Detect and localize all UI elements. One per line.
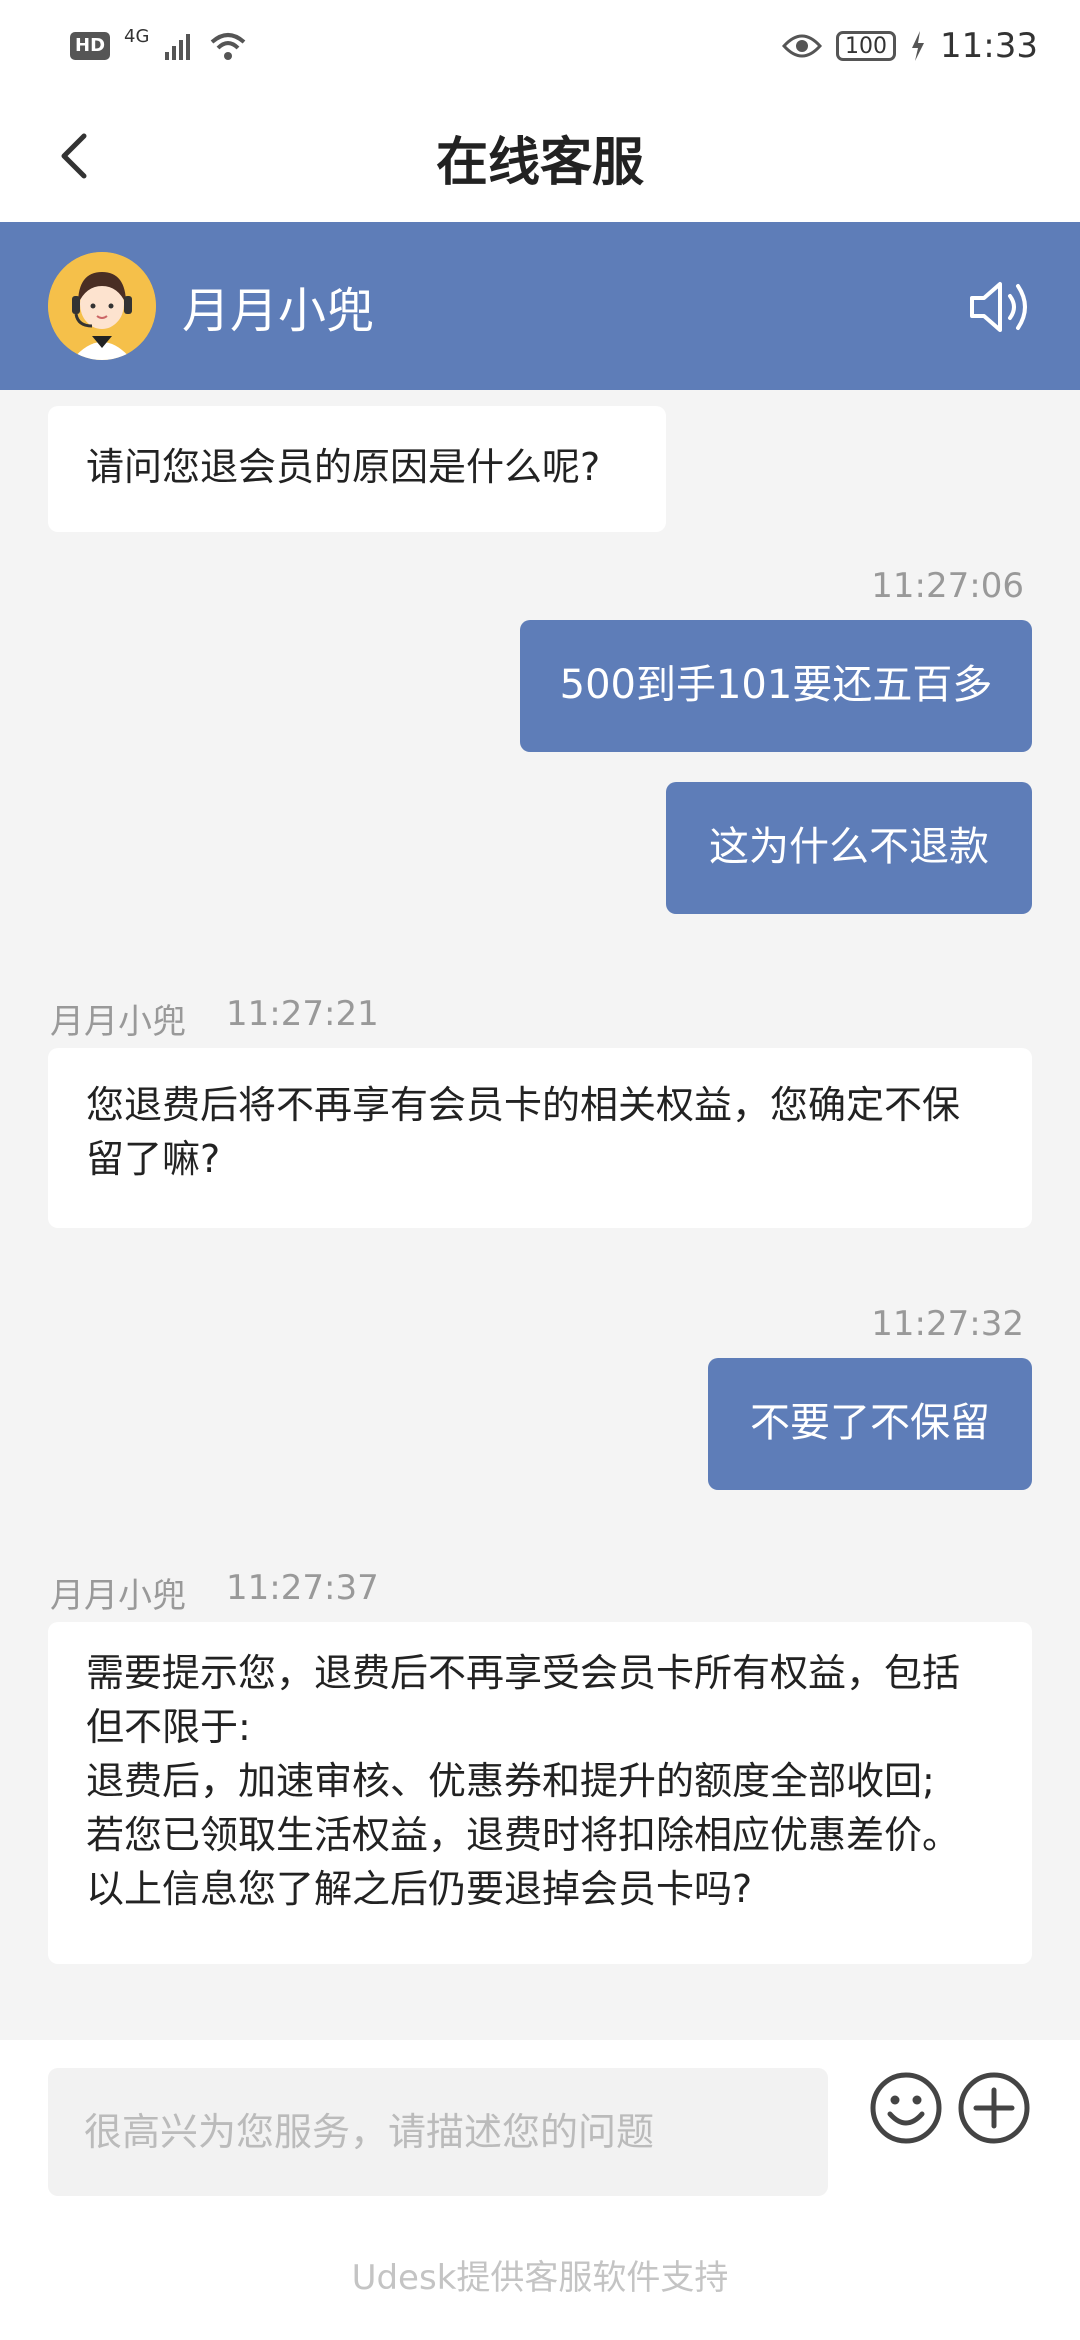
message-line: 但不限于: [86, 1705, 251, 1749]
message-time: 11:27:21 [226, 994, 379, 1034]
hd-icon: HD [70, 32, 111, 60]
message-meta: 月月小兜 11:27:37 [50, 1568, 379, 1617]
speaker-icon[interactable] [966, 272, 1036, 342]
page-title: 在线客服 [435, 132, 644, 193]
agent-avatar [48, 252, 156, 360]
message-text: 请问您退会员的原因是什么呢? [86, 445, 601, 489]
status-bar: HD 4G 100 11:33 [0, 0, 1080, 92]
message-meta: 月月小兜 11:27:21 [50, 994, 379, 1043]
network-label: 4G [124, 25, 150, 47]
message-line: 您退费后将不再享有会员卡的相关权益，您确定不保 [86, 1083, 961, 1127]
message-line: 退费后，加速审核、优惠券和提升的额度全部收回; [86, 1759, 935, 1803]
signal-icon [165, 34, 191, 60]
message-text: 这为什么不退款 [709, 824, 989, 870]
agent-message: 请问您退会员的原因是什么呢? [48, 406, 666, 532]
agent-message: 需要提示您，退费后不再享受会员卡所有权益，包括 但不限于: 退费后，加速审核、优… [48, 1622, 1032, 1964]
battery-icon: 100 [836, 31, 897, 61]
emoji-icon[interactable] [868, 2070, 944, 2146]
message-line: 需要提示您，退费后不再享受会员卡所有权益，包括 [86, 1651, 961, 1695]
sender-name: 月月小兜 [50, 1002, 186, 1042]
chat-area[interactable]: 请问您退会员的原因是什么呢? 11:27:06 500到手101要还五百多 这为… [0, 390, 1080, 2040]
agent-message: 您退费后将不再享有会员卡的相关权益，您确定不保 留了嘛? [48, 1048, 1032, 1228]
message-line: 若您已领取生活权益，退费时将扣除相应优惠差价。 [86, 1813, 961, 1857]
status-right: 100 11:33 [782, 26, 1038, 66]
message-text: 不要了不保留 [750, 1400, 990, 1446]
user-message: 500到手101要还五百多 [520, 620, 1032, 752]
agent-name: 月月小兜 [182, 283, 375, 339]
message-line: 留了嘛? [86, 1137, 221, 1181]
message-time: 11:27:37 [226, 1568, 379, 1608]
input-bar: Udesk提供客服软件支持 [0, 2040, 1080, 2340]
message-time: 11:27:06 [871, 566, 1024, 606]
wifi-icon [211, 33, 246, 60]
title-bar: 在线客服 [0, 92, 1080, 222]
message-time: 11:27:32 [871, 1304, 1024, 1344]
support-agent-icon [48, 252, 156, 360]
eye-icon [782, 34, 823, 58]
clock: 11:33 [940, 26, 1038, 66]
powered-by-text: Udesk提供客服软件支持 [351, 2258, 729, 2298]
status-left: HD 4G [70, 26, 247, 62]
back-icon[interactable] [48, 128, 104, 184]
user-message: 这为什么不退款 [666, 782, 1032, 914]
sender-name: 月月小兜 [50, 1576, 186, 1616]
message-line: 以上信息您了解之后仍要退掉会员卡吗? [86, 1867, 753, 1911]
agent-bar: 月月小兜 [0, 222, 1080, 390]
add-icon[interactable] [956, 2070, 1032, 2146]
message-input[interactable] [48, 2068, 828, 2196]
user-message: 不要了不保留 [708, 1358, 1032, 1490]
charging-icon [912, 31, 925, 61]
message-text: 500到手101要还五百多 [559, 662, 993, 708]
